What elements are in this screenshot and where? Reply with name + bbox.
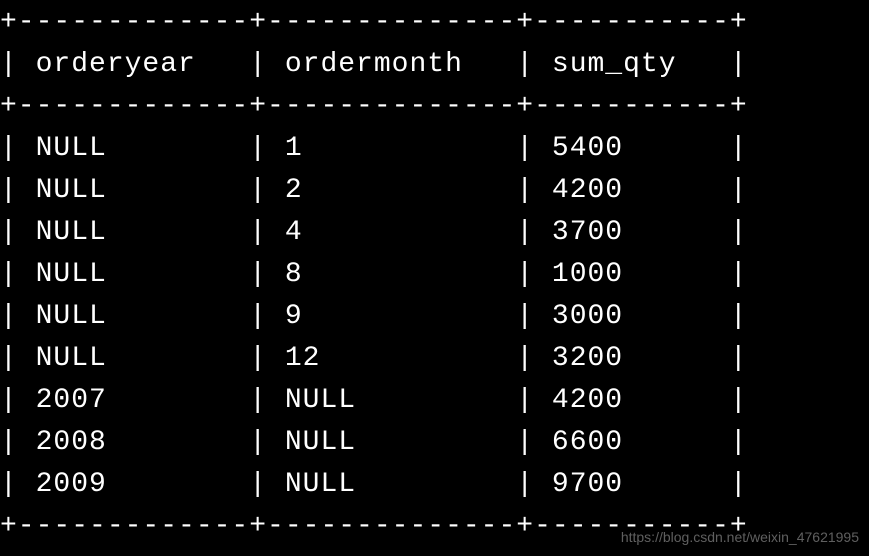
sql-result-table: +-------------+--------------+----------… [0, 0, 869, 548]
watermark-text: https://blog.csdn.net/weixin_47621995 [621, 527, 859, 548]
